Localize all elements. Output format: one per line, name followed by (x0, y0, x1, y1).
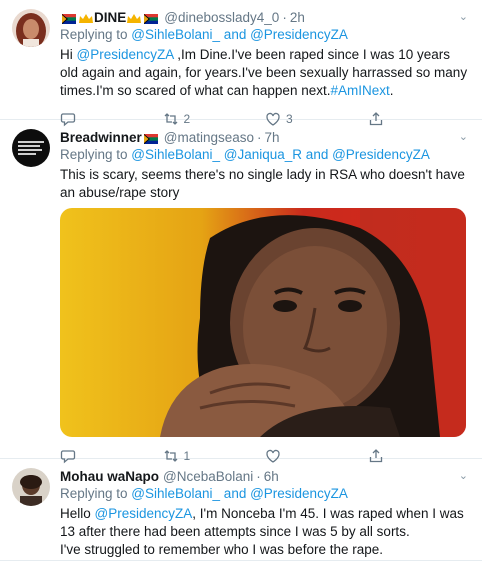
tweet-header: Breadwinner @matingseaso · 7h (60, 128, 470, 146)
user-handle[interactable]: @NcebaBolani (163, 469, 253, 484)
tweet[interactable]: DINE @dinebosslady4_0 · 2h ⌄ Replying to… (0, 0, 482, 127)
tweet-text: This is scary, seems there's no single l… (60, 167, 465, 200)
south-africa-flag-icon (144, 12, 159, 24)
chevron-down-icon[interactable]: ⌄ (459, 469, 468, 482)
tweet[interactable]: Breadwinner @matingseaso · 7h ⌄ Replying… (0, 120, 482, 464)
separator: · (257, 129, 262, 145)
reply-context: Replying to @SihleBolani_ and @Presidenc… (60, 485, 470, 503)
timestamp[interactable]: 7h (265, 130, 280, 145)
reply-context: Replying to @SihleBolani_ and @Presidenc… (60, 26, 470, 44)
tweet[interactable]: Mohau waNapo @NcebaBolani · 6h ⌄ Replyin… (0, 459, 482, 561)
tweet-text: Hi @PresidencyZA ,Im Dine.I've been rape… (60, 46, 470, 100)
display-name[interactable]: DINE (94, 10, 126, 25)
south-africa-flag-icon (143, 132, 158, 144)
reply-prefix: Replying to (60, 486, 132, 501)
reply-prefix: Replying to (60, 27, 132, 42)
separator: · (256, 468, 261, 484)
chevron-down-icon[interactable]: ⌄ (459, 10, 468, 23)
avatar[interactable] (12, 129, 50, 167)
tweet-text: Hello @PresidencyZA, I'm Nonceba I'm 45.… (60, 505, 470, 559)
user-handle[interactable]: @dinebosslady4_0 (164, 10, 279, 25)
chevron-down-icon[interactable]: ⌄ (459, 130, 468, 143)
display-name[interactable]: Breadwinner (60, 130, 142, 145)
user-handle[interactable]: @matingseaso (164, 130, 254, 145)
timestamp[interactable]: 2h (290, 10, 305, 25)
tweet-feed: DINE @dinebosslady4_0 · 2h ⌄ Replying to… (0, 0, 482, 561)
reply-to-link[interactable]: @SihleBolani_ and @PresidencyZA (131, 27, 348, 42)
reply-to-link[interactable]: @SihleBolani_ @Janiqua_R and @Presidency… (131, 147, 430, 162)
avatar[interactable] (12, 468, 50, 506)
tweet-text-part: I've struggled to remember who I was bef… (60, 542, 383, 557)
tweet-header: DINE @dinebosslady4_0 · 2h (60, 8, 470, 26)
tweet-text-part: . (389, 83, 394, 98)
reply-to-link[interactable]: @SihleBolani_ and @PresidencyZA (131, 486, 348, 501)
hashtag-link[interactable]: #AmINext (330, 83, 389, 98)
south-africa-flag-icon (62, 12, 76, 24)
tweet-photo[interactable] (60, 208, 466, 437)
avatar[interactable] (12, 9, 50, 47)
crown-icon (79, 12, 93, 23)
mention-link[interactable]: @PresidencyZA (95, 506, 193, 521)
separator: · (282, 9, 287, 25)
tweet-text-part: Hi (60, 47, 77, 62)
tweet-header: Mohau waNapo @NcebaBolani · 6h (60, 467, 470, 485)
reply-prefix: Replying to (60, 147, 132, 162)
reply-context: Replying to @SihleBolani_ @Janiqua_R and… (60, 146, 470, 164)
crown-icon (127, 12, 142, 23)
display-name[interactable]: Mohau waNapo (60, 469, 159, 484)
mention-link[interactable]: @PresidencyZA (77, 47, 174, 62)
tweet-text-part: Hello (60, 506, 95, 521)
timestamp[interactable]: 6h (264, 469, 279, 484)
